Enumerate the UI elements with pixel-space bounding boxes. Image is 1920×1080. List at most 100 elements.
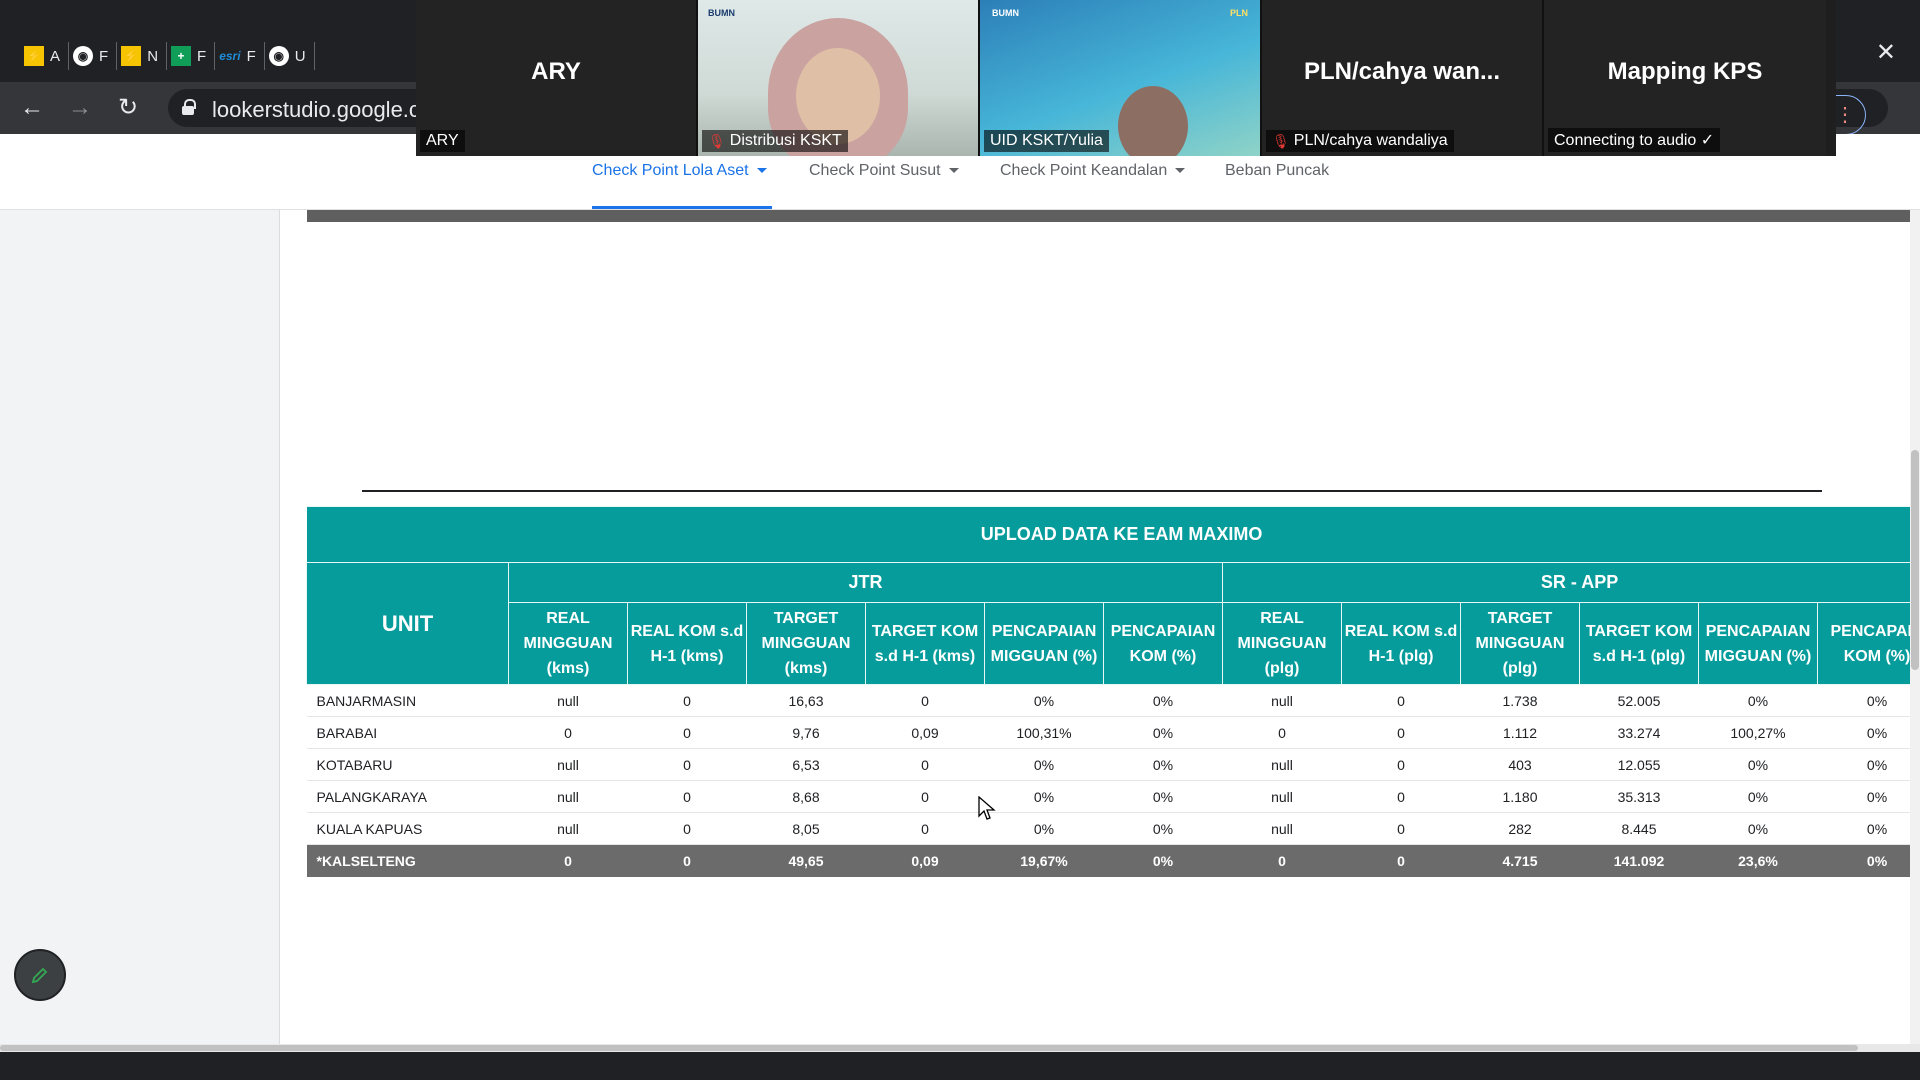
value-cell: 0,09 bbox=[865, 716, 985, 749]
scroll-thumb[interactable] bbox=[0, 1045, 1858, 1051]
value-cell: 0 bbox=[1341, 716, 1461, 749]
value-cell: 0% bbox=[984, 748, 1104, 781]
value-cell: 4.715 bbox=[1460, 844, 1580, 877]
zoom-video-strip: ARY ARY BUMN 🎙 Distribusi KSKT BUMN PLN U… bbox=[416, 0, 1836, 156]
value-cell: 0 bbox=[1341, 748, 1461, 781]
participant-label-text: ARY bbox=[426, 132, 459, 149]
tab-check-point-keandalan[interactable]: Check Point Keandalan bbox=[1000, 162, 1186, 180]
browser-tab[interactable]: ⚡ A bbox=[20, 42, 70, 70]
value-cell: 0 bbox=[627, 716, 747, 749]
unit-cell: KUALA KAPUAS bbox=[306, 812, 509, 845]
scroll-thumb[interactable] bbox=[1911, 450, 1919, 670]
back-button[interactable]: ← bbox=[18, 94, 46, 122]
value-cell: 1.112 bbox=[1460, 716, 1580, 749]
value-cell: 100,31% bbox=[984, 716, 1104, 749]
value-cell: null bbox=[508, 812, 628, 845]
group-header-sr-app: SR - APP bbox=[1221, 562, 1920, 603]
value-cell: 0% bbox=[1817, 748, 1920, 781]
value-cell: 0% bbox=[1103, 716, 1223, 749]
value-cell: 8,05 bbox=[746, 812, 866, 845]
value-cell: 0% bbox=[1817, 780, 1920, 813]
pln-logo-icon: ⚡ bbox=[121, 46, 142, 66]
value-cell: 0 bbox=[1222, 716, 1342, 749]
eam-maximo-table: UPLOAD DATA KE EAM MAXIMO UNIT JTR SR - … bbox=[306, 506, 1920, 877]
edit-button[interactable] bbox=[14, 949, 66, 1001]
value-cell: 0,09 bbox=[865, 844, 985, 877]
unit-cell: KOTABARU bbox=[306, 748, 509, 781]
participant-name-large: PLN/cahya wan... bbox=[1303, 58, 1501, 85]
tab-label: Check Point Lola Aset bbox=[592, 162, 749, 179]
forward-button[interactable]: → bbox=[66, 94, 94, 122]
value-cell: 0 bbox=[1341, 684, 1461, 717]
table-row: KUALA KAPUAS null 0 8,05 0 0% 0% null 0 282 8.445 0… bbox=[306, 812, 1920, 845]
participant-tile[interactable]: BUMN PLN UID KSKT/Yulia bbox=[980, 0, 1262, 156]
slide-logo: BUMN bbox=[708, 8, 735, 18]
value-cell: 0 bbox=[627, 780, 747, 813]
value-cell: 0 bbox=[627, 748, 747, 781]
column-header[interactable]: TARGET MINGGUAN (plg) bbox=[1460, 602, 1580, 685]
horizontal-scrollbar[interactable] bbox=[0, 1044, 1920, 1052]
tab-label: Check Point Susut bbox=[809, 162, 941, 179]
value-cell: null bbox=[508, 780, 628, 813]
column-header[interactable]: PENCAPAIAN MIGGUAN (%) bbox=[984, 602, 1104, 685]
value-cell: 0% bbox=[1103, 844, 1223, 877]
vertical-scrollbar[interactable] bbox=[1910, 210, 1920, 1046]
value-cell: 0 bbox=[865, 780, 985, 813]
tab-check-point-lola-aset[interactable]: Check Point Lola Aset bbox=[592, 162, 767, 180]
group-header-jtr: JTR bbox=[508, 562, 1223, 603]
column-header[interactable]: TARGET KOM s.d H-1 (kms) bbox=[865, 602, 985, 685]
plus-icon: + bbox=[171, 46, 192, 66]
globe-icon: ◉ bbox=[73, 46, 94, 66]
muted-mic-icon: 🎙 bbox=[708, 132, 726, 149]
tab-check-point-susut[interactable]: Check Point Susut bbox=[809, 162, 959, 180]
participant-tile[interactable]: Mapping KPS Connecting to audio ✓ bbox=[1544, 0, 1826, 156]
participant-tile[interactable]: BUMN 🎙 Distribusi KSKT bbox=[698, 0, 980, 156]
value-cell: 12.055 bbox=[1579, 748, 1699, 781]
table-row: BANJARMASIN null 0 16,63 0 0% 0% null 0 1.738 52.0… bbox=[306, 684, 1920, 717]
value-cell: 0 bbox=[1222, 844, 1342, 877]
value-cell: 0% bbox=[984, 780, 1104, 813]
value-cell: 0 bbox=[627, 812, 747, 845]
browser-tab[interactable]: + F bbox=[167, 42, 216, 70]
unit-cell: *KALSELTENG bbox=[306, 844, 509, 877]
participant-tile[interactable]: PLN/cahya wan... 🎙 PLN/cahya wandaliya bbox=[1262, 0, 1544, 156]
browser-tab[interactable]: esri F bbox=[215, 42, 265, 70]
browser-tab[interactable]: ⚡ N bbox=[117, 42, 168, 70]
value-cell: null bbox=[1222, 684, 1342, 717]
caret-down-icon bbox=[1175, 168, 1186, 174]
reload-button[interactable]: ↻ bbox=[114, 94, 142, 122]
column-header[interactable]: PENCAPAIAN KOM (%) bbox=[1103, 602, 1223, 685]
slide-logo: BUMN bbox=[992, 8, 1019, 18]
value-cell: 0% bbox=[1103, 812, 1223, 845]
browser-tab[interactable]: ◉ F bbox=[69, 42, 118, 70]
value-cell: 8.445 bbox=[1579, 812, 1699, 845]
value-cell: 0% bbox=[1103, 684, 1223, 717]
participant-label: 🎙 PLN/cahya wandaliya bbox=[1266, 130, 1454, 152]
value-cell: 0% bbox=[1817, 844, 1920, 877]
column-header[interactable]: REAL KOM s.d H-1 (plg) bbox=[1341, 602, 1461, 685]
participant-tile[interactable]: ARY ARY bbox=[416, 0, 698, 156]
value-cell: 282 bbox=[1460, 812, 1580, 845]
muted-mic-icon: 🎙 bbox=[1272, 132, 1290, 149]
value-cell: 0% bbox=[1817, 684, 1920, 717]
participant-face bbox=[1118, 86, 1188, 156]
browser-tab[interactable]: ◉ U bbox=[265, 42, 315, 70]
column-header[interactable]: REAL KOM s.d H-1 (kms) bbox=[627, 602, 747, 685]
table-title: UPLOAD DATA KE EAM MAXIMO bbox=[306, 506, 1920, 563]
column-header[interactable]: PENCAPAIAN MIGGUAN (%) bbox=[1698, 602, 1818, 685]
column-header[interactable]: PENCAPAIA KOM (%) bbox=[1816, 602, 1920, 685]
column-header[interactable]: TARGET MINGGUAN (kms) bbox=[746, 602, 866, 685]
value-cell: 0% bbox=[1103, 748, 1223, 781]
tab-beban-puncak[interactable]: Beban Puncak bbox=[1225, 162, 1329, 180]
unit-cell: BANJARMASIN bbox=[306, 684, 509, 717]
value-cell: 0% bbox=[1698, 748, 1818, 781]
participant-name-large: Mapping KPS bbox=[1607, 58, 1763, 85]
pencil-icon bbox=[31, 967, 48, 984]
close-window-icon[interactable]: ✕ bbox=[1876, 38, 1896, 67]
column-header[interactable]: TARGET KOM s.d H-1 (plg) bbox=[1579, 602, 1699, 685]
value-cell: 0% bbox=[1817, 716, 1920, 749]
value-cell: 0% bbox=[1698, 684, 1818, 717]
column-header[interactable]: REAL MINGGUAN (plg) bbox=[1222, 602, 1342, 685]
slide-logo: PLN bbox=[1230, 8, 1248, 18]
column-header[interactable]: REAL MINGGUAN (kms) bbox=[508, 602, 628, 685]
